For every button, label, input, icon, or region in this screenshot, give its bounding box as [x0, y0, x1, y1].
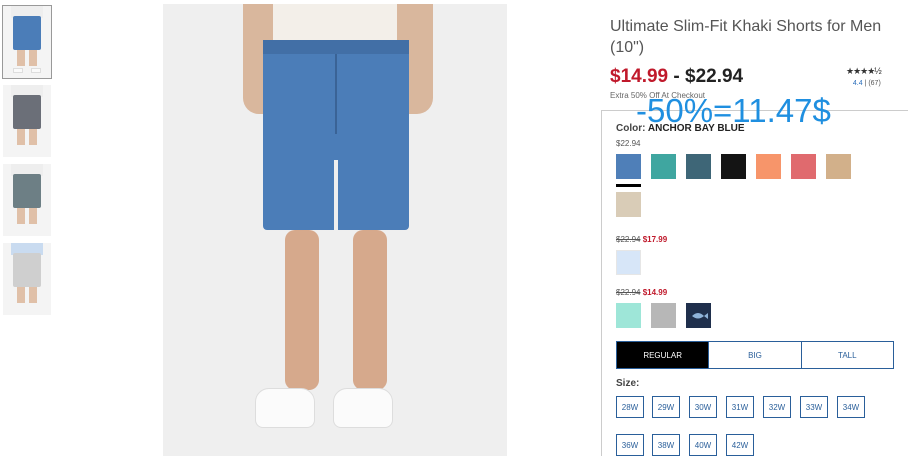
thumbnail-leg	[17, 50, 25, 66]
swatch-anchor-bay-blue[interactable]	[616, 154, 641, 187]
thumbnail-shorts	[13, 95, 41, 129]
size-option[interactable]: 28W	[616, 396, 644, 418]
model-shoe	[255, 388, 315, 428]
rating-stars-icon: ★★★★½	[846, 66, 882, 76]
discount-annotation: -50%=11.47$	[636, 92, 831, 129]
size-option[interactable]: 34W	[837, 396, 865, 418]
rating-score[interactable]: 4.4	[853, 80, 863, 87]
thumbnail-blue-shorts[interactable]	[2, 5, 52, 79]
price-high: $22.94	[685, 66, 744, 87]
thumbnail-leg	[17, 129, 25, 145]
price-separator: -	[668, 66, 686, 87]
size-option[interactable]: 33W	[800, 396, 828, 418]
tier-sale-price: $14.99	[642, 288, 668, 297]
thumbnail-light-shorts[interactable]	[3, 243, 51, 315]
tier-old-price: $22.94	[616, 235, 641, 244]
thumbnail-grey-shorts[interactable]	[3, 85, 51, 157]
thumbnail-shorts	[13, 253, 41, 287]
swatch-grey-heather[interactable]	[651, 303, 676, 328]
thumbnail-shoe	[13, 68, 23, 73]
swatch-light-blue[interactable]	[616, 250, 641, 275]
thumbnail-leg	[29, 287, 37, 303]
price-tier-sale-1: $22.94 $17.99	[616, 235, 667, 244]
swatch-teal[interactable]	[651, 154, 676, 179]
swatch-tan[interactable]	[826, 154, 851, 179]
tab-tall[interactable]: TALL	[800, 342, 893, 368]
size-option[interactable]: 42W	[726, 434, 754, 456]
thumbnail-leg	[17, 208, 25, 224]
price-tier-sale-2: $22.94 $14.99	[616, 288, 667, 297]
tier-old-price: $22.94	[616, 288, 641, 297]
size-option[interactable]: 38W	[652, 434, 680, 456]
product-price: $14.99 - $22.94	[610, 66, 743, 88]
swatch-coral[interactable]	[791, 154, 816, 179]
product-title: Ultimate Slim-Fit Khaki Shorts for Men (…	[610, 18, 882, 56]
rating-count[interactable]: (67)	[868, 80, 880, 87]
main-product-image[interactable]	[163, 4, 507, 456]
shorts-fly	[335, 54, 337, 134]
size-option[interactable]: 40W	[689, 434, 717, 456]
thumbnail-leg	[17, 287, 25, 303]
price-low: $14.99	[610, 66, 669, 87]
model-shoe	[333, 388, 393, 428]
swatch-stone[interactable]	[616, 192, 641, 217]
shorts-waistband	[263, 40, 409, 54]
fish-print-icon	[692, 313, 708, 319]
thumbnail-shorts	[13, 16, 41, 50]
swatch-mint[interactable]	[616, 303, 641, 328]
thumbnail-slate-shorts[interactable]	[3, 164, 51, 236]
model-shorts	[263, 40, 409, 230]
price-tier-regular: $22.94	[616, 139, 640, 148]
model-leg	[285, 230, 319, 390]
size-option[interactable]: 30W	[689, 396, 717, 418]
thumbnail-leg	[29, 129, 37, 145]
swatch-black[interactable]	[721, 154, 746, 179]
model-leg	[353, 230, 387, 390]
rating-meta: 4.4 | (67)	[846, 80, 881, 87]
tier-price: $22.94	[616, 139, 641, 148]
swatch-slate-teal[interactable]	[686, 154, 711, 179]
tab-big[interactable]: BIG	[708, 342, 800, 368]
size-option[interactable]: 36W	[616, 434, 644, 456]
product-rating[interactable]: ★★★★½ 4.4 | (67)	[846, 66, 882, 87]
swatch-navy-fish-print[interactable]	[686, 303, 711, 328]
size-option[interactable]: 32W	[763, 396, 791, 418]
thumbnail-leg	[29, 208, 37, 224]
size-option[interactable]: 31W	[726, 396, 754, 418]
thumbnail-list	[2, 5, 53, 322]
tier-sale-price: $17.99	[642, 235, 668, 244]
shorts-leg-split	[334, 160, 338, 230]
swatch-orange[interactable]	[756, 154, 781, 179]
size-option[interactable]: 29W	[652, 396, 680, 418]
model-shirt	[273, 4, 397, 44]
tab-regular[interactable]: REGULAR	[617, 342, 709, 368]
thumbnail-leg	[29, 50, 37, 66]
size-label: Size:	[616, 378, 640, 389]
thumbnail-shorts	[13, 174, 41, 208]
thumbnail-shoe	[31, 68, 41, 73]
fit-tabs: REGULAR BIG TALL	[616, 341, 894, 369]
rating-separator: |	[864, 80, 867, 87]
